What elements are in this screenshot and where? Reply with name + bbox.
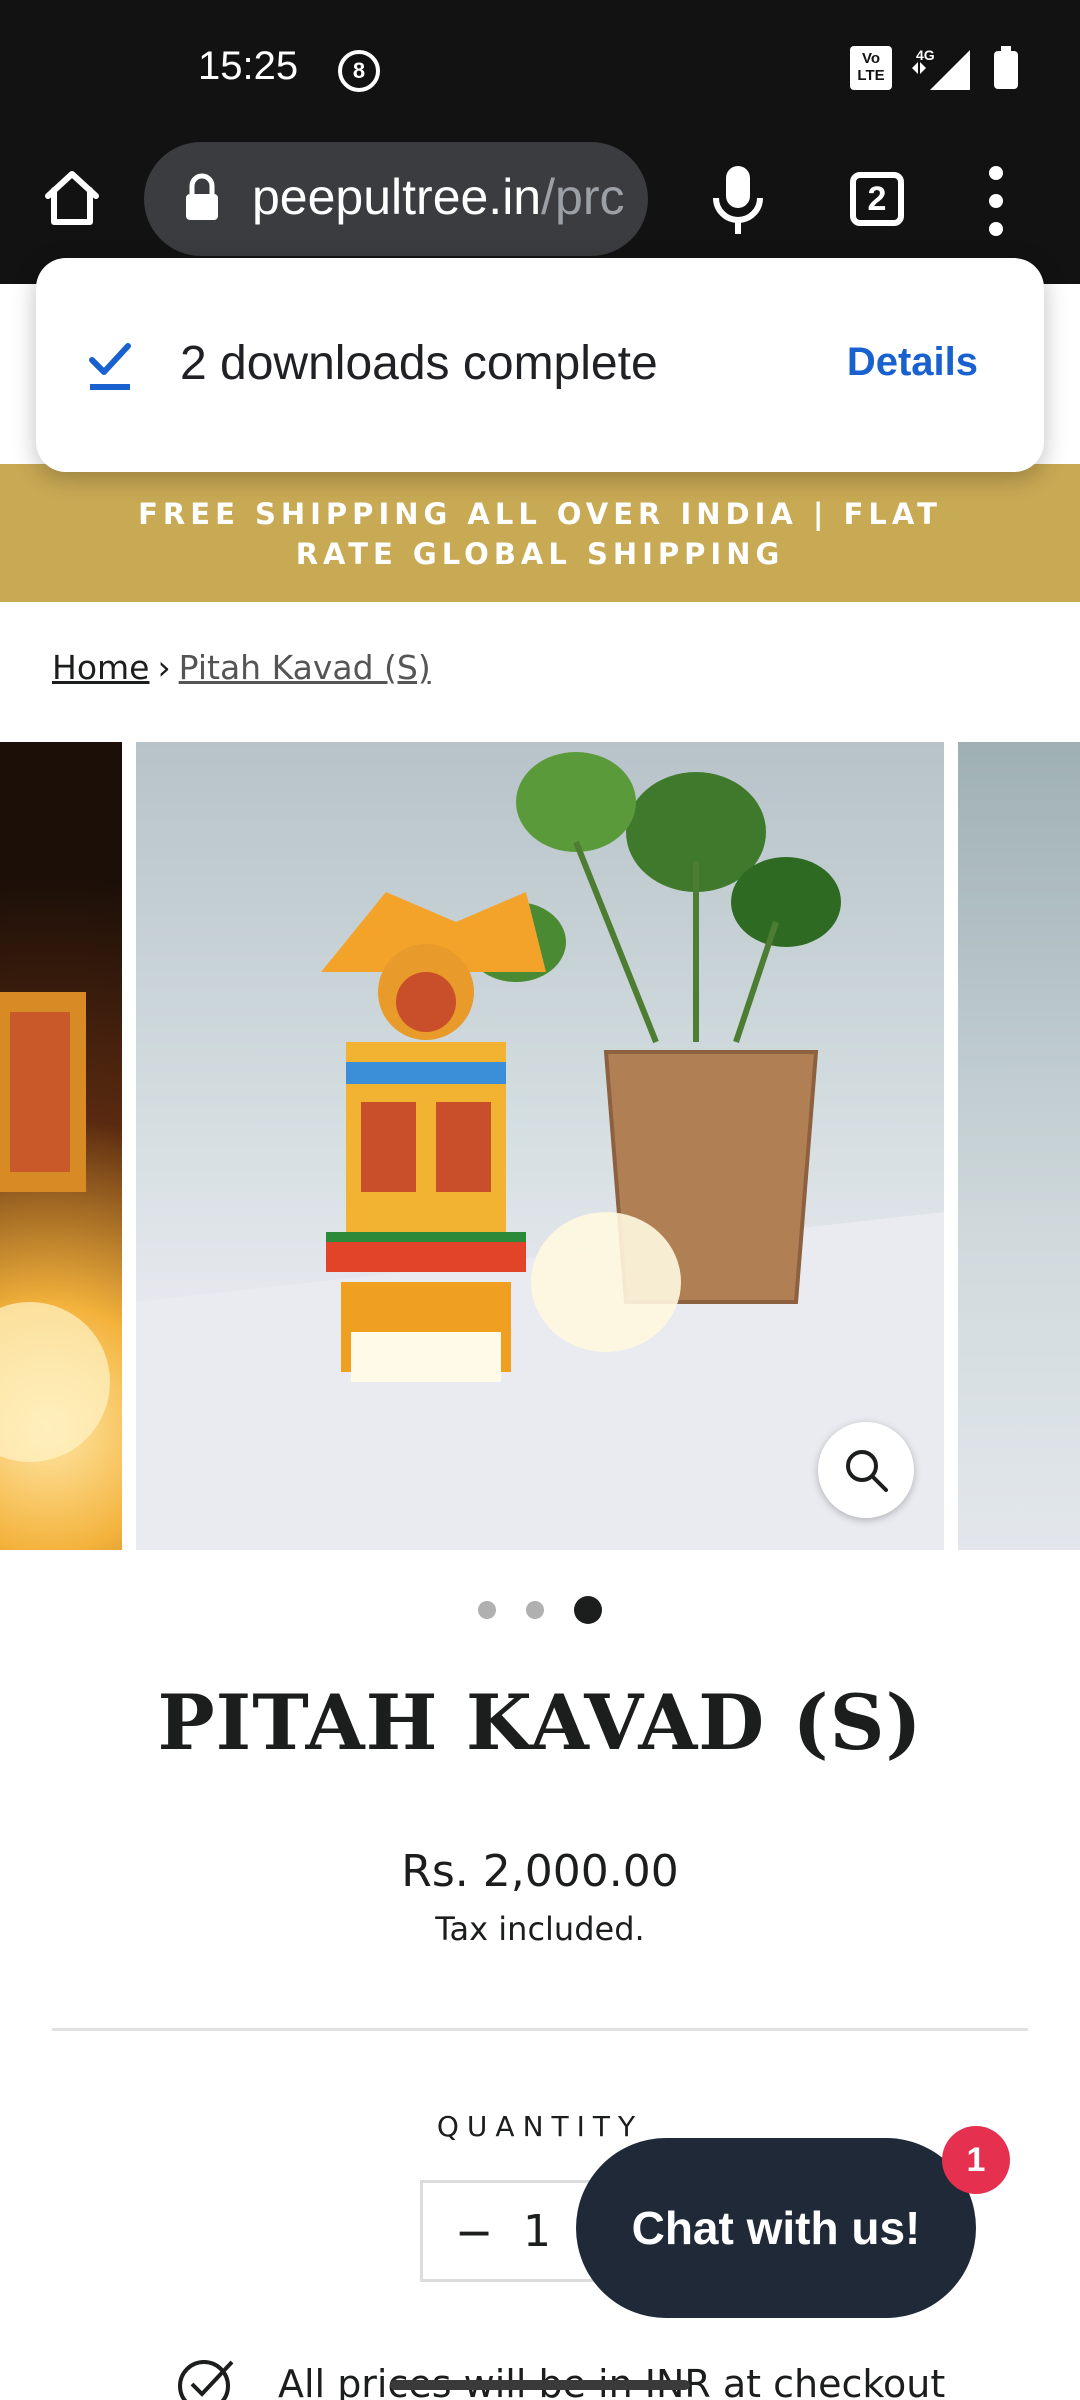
notification-count-icon: 8 bbox=[338, 50, 380, 92]
status-time: 15:25 bbox=[198, 44, 299, 88]
mic-icon[interactable] bbox=[706, 162, 770, 238]
address-bar[interactable]: peepultree.in/prc bbox=[144, 142, 648, 256]
pagination-dot[interactable] bbox=[478, 1601, 496, 1619]
status-bar: 15:25 8 Vo LTE 4G bbox=[0, 0, 1080, 142]
gallery-slide-next[interactable] bbox=[958, 742, 1080, 1550]
breadcrumb: Home › Pitah Kavad (S) bbox=[52, 648, 431, 687]
battery-icon bbox=[994, 46, 1018, 89]
check-circle-icon bbox=[178, 2360, 234, 2400]
volte-icon: Vo LTE bbox=[850, 46, 892, 90]
pagination-dot-active[interactable] bbox=[574, 1596, 602, 1624]
quantity-label: QUANTITY bbox=[436, 2110, 644, 2143]
gallery-slide-previous[interactable] bbox=[0, 742, 122, 1550]
pagination-dot[interactable] bbox=[526, 1601, 544, 1619]
gallery-slide-active[interactable] bbox=[136, 742, 944, 1550]
shipping-banner: FREE SHIPPING ALL OVER INDIA | FLAT RATE… bbox=[0, 464, 1080, 602]
gesture-navigation-bar[interactable] bbox=[390, 2380, 690, 2390]
signal-icon: 4G bbox=[912, 47, 970, 90]
home-icon[interactable] bbox=[40, 166, 104, 230]
lock-icon bbox=[186, 173, 218, 220]
product-image bbox=[136, 752, 944, 1550]
breadcrumb-current-link[interactable]: Pitah Kavad (S) bbox=[179, 648, 431, 687]
zoom-button[interactable] bbox=[818, 1422, 914, 1518]
chat-unread-badge: 1 bbox=[942, 2126, 1010, 2194]
url-text: peepultree.in/prc bbox=[252, 169, 625, 225]
product-price: Rs. 2,000.00 bbox=[401, 1846, 679, 1897]
divider bbox=[52, 2028, 1028, 2031]
details-button[interactable]: Details bbox=[847, 340, 978, 385]
chat-button[interactable]: Chat with us! bbox=[576, 2138, 976, 2318]
breadcrumb-separator: › bbox=[157, 648, 171, 687]
shipping-banner-text: FREE SHIPPING ALL OVER INDIA | FLAT RATE… bbox=[138, 497, 942, 571]
tab-switcher-button[interactable]: 2 bbox=[850, 172, 904, 226]
quantity-decrease-button[interactable]: − bbox=[449, 2205, 499, 2259]
breadcrumb-home-link[interactable]: Home bbox=[52, 648, 149, 687]
download-complete-icon bbox=[89, 343, 131, 390]
tax-note: Tax included. bbox=[435, 1910, 645, 1948]
toast-message: 2 downloads complete bbox=[180, 337, 658, 390]
quantity-value[interactable]: 1 bbox=[523, 2205, 551, 2259]
product-gallery[interactable] bbox=[0, 742, 1080, 1552]
download-toast: 2 downloads complete Details bbox=[36, 258, 1044, 472]
product-title: PITAH KAVAD (S) bbox=[157, 1678, 923, 1767]
search-icon bbox=[846, 1450, 888, 1492]
gallery-pagination bbox=[0, 1596, 1080, 1624]
chat-button-label: Chat with us! bbox=[631, 2202, 921, 2254]
svg-text:4G: 4G bbox=[916, 47, 935, 63]
status-icons: Vo LTE 4G bbox=[850, 46, 1020, 90]
more-vert-icon[interactable] bbox=[984, 166, 1008, 236]
